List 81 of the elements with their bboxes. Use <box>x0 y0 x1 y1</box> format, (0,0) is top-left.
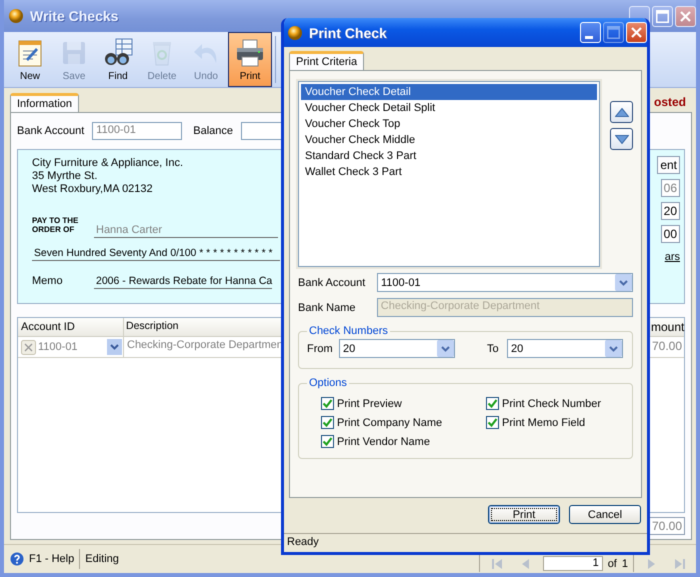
address-line: 35 Myrthe St. <box>32 170 98 183</box>
checkbox[interactable] <box>321 416 334 429</box>
dialog-title: Print Check <box>309 24 388 40</box>
list-item[interactable]: Voucher Check Top <box>301 116 597 132</box>
field-label: Balance <box>193 125 234 137</box>
close-button[interactable] <box>675 6 696 26</box>
close-icon <box>631 27 642 38</box>
column-header[interactable]: Account ID <box>18 318 124 336</box>
group-title: Options <box>308 377 348 389</box>
list-item[interactable]: Wallet Check 3 Part <box>301 164 597 180</box>
help-label: F1 - Help <box>29 553 74 565</box>
list-item[interactable]: Voucher Check Detail <box>301 84 597 100</box>
tab[interactable]: Information <box>10 93 80 112</box>
text-field[interactable]: 20 <box>660 202 680 220</box>
app-icon <box>287 24 303 40</box>
column-header[interactable]: Description <box>124 318 278 336</box>
move-up-button[interactable] <box>610 101 633 123</box>
maximize-icon <box>607 26 620 39</box>
status-label: osted <box>654 95 686 109</box>
close-icon <box>680 10 691 22</box>
bank-account-combo[interactable]: 1100-01 <box>377 273 633 292</box>
field-label: Bank Account <box>298 276 366 288</box>
button[interactable]: ent <box>657 156 680 174</box>
field-label: Bank Name <box>298 302 356 314</box>
list-item[interactable]: Voucher Check Middle <box>301 132 597 148</box>
checkbox-label: Print Check Number <box>502 398 602 410</box>
maximize-icon <box>656 10 669 22</box>
button[interactable]: Cancel <box>569 505 641 524</box>
text-field[interactable]: 00 <box>660 225 680 243</box>
tab[interactable]: Print Criteria <box>289 51 364 70</box>
page-label: of <box>608 556 617 570</box>
field-label: Memo <box>32 275 64 289</box>
payee-field[interactable]: Hanna Carter <box>94 224 278 238</box>
help-icon <box>10 552 24 566</box>
checkbox[interactable] <box>321 397 334 410</box>
delete-row-icon <box>21 340 36 354</box>
bank-account-field[interactable]: 1100-01 <box>92 122 182 140</box>
triangle-down-icon <box>614 134 628 144</box>
move-down-button[interactable] <box>610 128 633 150</box>
group-title: Check Numbers <box>308 325 389 337</box>
pay-to-label: ORDER OF <box>32 225 76 234</box>
printer-icon <box>234 37 266 69</box>
to-combo[interactable]: 20 <box>507 339 623 358</box>
new-button[interactable]: New <box>8 32 52 87</box>
checkbox-label: Print Company Name <box>337 416 442 428</box>
checkbox[interactable] <box>486 416 499 429</box>
amount-in-words: Seven Hundred Seventy And 0/100 * * * * * * * * * * * <box>32 248 280 261</box>
checkbox[interactable] <box>486 397 499 410</box>
from-combo[interactable]: 20 <box>339 339 455 358</box>
window-title: Write Checks <box>30 8 120 24</box>
dropdown-icon <box>605 340 622 357</box>
dropdown-icon <box>107 339 122 355</box>
field-label: To <box>487 342 500 354</box>
dropdown-icon <box>615 274 632 291</box>
address-line: West Roxbury,MA 02132 <box>32 183 154 196</box>
status-bar: Ready <box>284 533 647 552</box>
pay-to-label: PAY TO THE <box>32 216 80 225</box>
find-button[interactable]: Find <box>96 32 140 87</box>
status-text: Editing <box>85 553 119 565</box>
print-button[interactable]: Print <box>228 32 272 87</box>
table-cell-text: 1100-01 <box>38 341 79 353</box>
address-line: City Furniture & Appliance, Inc. <box>32 157 184 170</box>
checkbox-label: Print Memo Field <box>502 416 586 428</box>
field-label: From <box>307 342 334 354</box>
page-count: 1 <box>622 556 628 570</box>
link[interactable]: ars <box>664 251 680 263</box>
button[interactable]: Print <box>488 505 560 524</box>
text-field[interactable]: 06 <box>660 179 680 197</box>
app-icon <box>8 8 24 24</box>
checkbox[interactable] <box>321 435 334 448</box>
list-item[interactable]: Voucher Check Detail Split <box>301 100 597 116</box>
page-field[interactable]: 1 <box>542 556 603 571</box>
minimize-icon <box>584 36 592 38</box>
checkbox-label: Print Preview <box>337 398 402 410</box>
list-item[interactable]: Standard Check 3 Part <box>301 148 597 164</box>
dropdown-icon <box>437 340 454 357</box>
field-label: Bank Account <box>17 125 84 137</box>
triangle-up-icon <box>614 108 628 116</box>
checkbox-label: Print Vendor Name <box>337 436 430 448</box>
total-field[interactable]: 70.00 <box>649 517 685 535</box>
memo-field[interactable]: 2006 - Rewards Rebate for Hanna Ca <box>94 275 272 289</box>
